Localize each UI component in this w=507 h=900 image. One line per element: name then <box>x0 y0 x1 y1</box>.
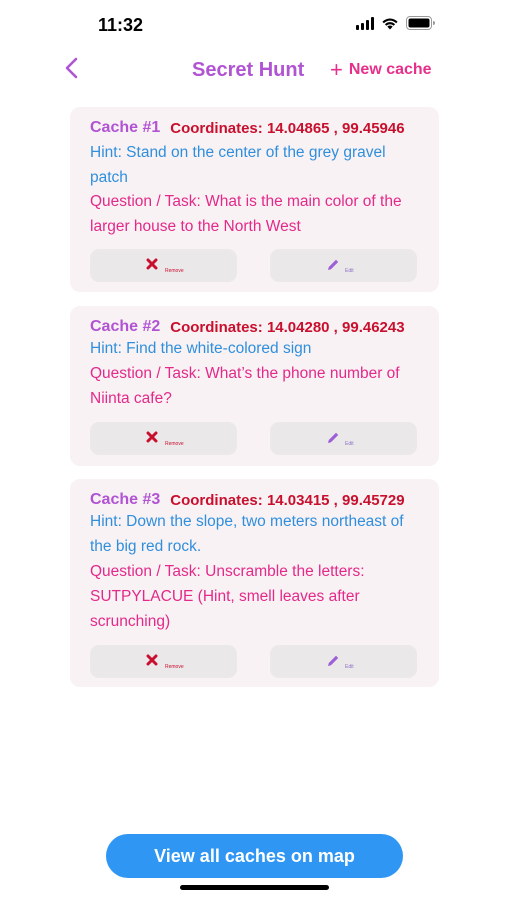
pencil-icon <box>328 432 339 443</box>
cache-card-2: Cache #2 Coordinates: 14.04280 , 99.4624… <box>70 306 439 466</box>
battery-icon <box>406 16 435 30</box>
cache-label: Cache #2 <box>90 318 161 335</box>
cache-header: Cache #3 Coordinates: 14.03415 , 99.4572… <box>90 491 405 509</box>
cache-header: Cache #1 Coordinates: 14.04865 , 99.4594… <box>90 119 405 137</box>
view-map-button[interactable]: View all caches on map <box>106 834 403 878</box>
pencil-icon <box>328 259 339 270</box>
cache-task: Question / Task: Unscramble the letters:… <box>90 563 365 630</box>
edit-button[interactable]: Edit <box>270 645 417 678</box>
remove-button[interactable]: Remove <box>90 249 237 282</box>
remove-label: Remove <box>165 441 184 447</box>
remove-x-icon <box>146 258 158 270</box>
status-bar: 11:32 <box>0 0 507 50</box>
cache-hint: Hint: Stand on the center of the grey gr… <box>90 144 386 186</box>
new-cache-label: New cache <box>348 61 432 78</box>
remove-button[interactable]: Remove <box>90 422 237 455</box>
status-time: 11:32 <box>98 15 144 35</box>
cache-hint: Hint: Down the slope, two meters northea… <box>90 513 404 555</box>
cache-coordinates: Coordinates: 14.04865 , 99.45946 <box>170 120 405 137</box>
cache-label: Cache #1 <box>90 119 161 136</box>
page-title: Secret Hunt <box>192 59 305 81</box>
cache-header: Cache #2 Coordinates: 14.04280 , 99.4624… <box>90 318 405 336</box>
remove-x-icon <box>146 654 158 666</box>
cache-coordinates: Coordinates: 14.04280 , 99.46243 <box>170 319 405 336</box>
home-indicator <box>180 885 329 890</box>
wifi-icon <box>381 17 399 30</box>
plus-icon: + <box>330 57 343 82</box>
edit-button[interactable]: Edit <box>270 249 417 282</box>
cache-label: Cache #3 <box>90 491 161 508</box>
cache-task: Question / Task: What’s the phone number… <box>90 365 400 407</box>
remove-label: Remove <box>165 268 184 274</box>
edit-label: Edit <box>345 268 354 274</box>
cache-coordinates: Coordinates: 14.03415 , 99.45729 <box>170 492 405 509</box>
new-cache-button[interactable]: + New cache <box>330 57 432 82</box>
status-icons <box>356 16 435 30</box>
cache-card-3: Cache #3 Coordinates: 14.03415 , 99.4572… <box>70 479 439 687</box>
remove-x-icon <box>146 431 158 443</box>
edit-label: Edit <box>345 441 354 447</box>
pencil-icon <box>328 655 339 666</box>
remove-label: Remove <box>165 664 184 670</box>
edit-button[interactable]: Edit <box>270 422 417 455</box>
cache-hint: Hint: Find the white-colored sign <box>90 340 312 357</box>
remove-button[interactable]: Remove <box>90 645 237 678</box>
edit-label: Edit <box>345 664 354 670</box>
cache-task: Question / Task: What is the main color … <box>90 193 402 235</box>
nav-bar: Secret Hunt + New cache <box>0 50 507 90</box>
cellular-signal-icon <box>356 16 374 30</box>
back-button[interactable] <box>60 56 84 80</box>
cache-card-1: Cache #1 Coordinates: 14.04865 , 99.4594… <box>70 107 439 292</box>
chevron-left-icon <box>65 57 78 79</box>
